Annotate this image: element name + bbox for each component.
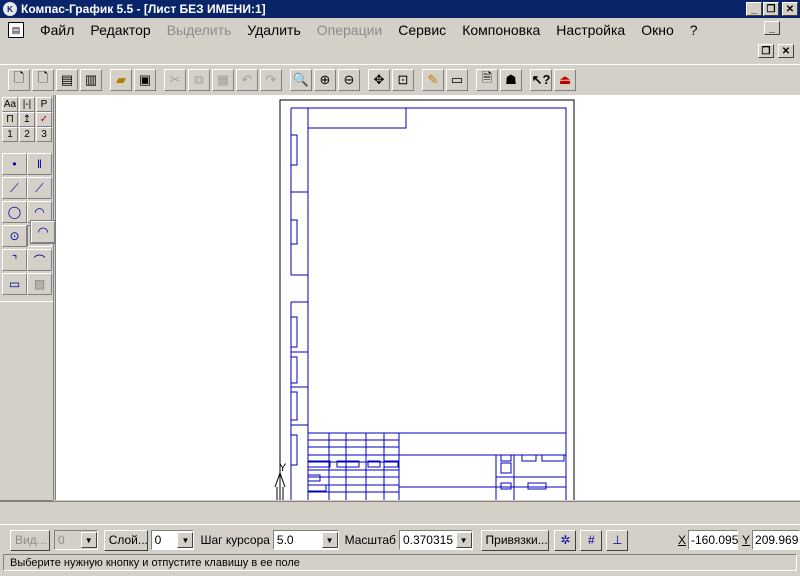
snap-settings-icon[interactable]: ✲	[554, 529, 577, 551]
chevron-down-icon: ▼	[455, 532, 472, 548]
new-fragment-icon[interactable]: 🗋	[32, 68, 54, 91]
aux-lines-tool-icon[interactable]: ‖	[27, 153, 52, 175]
redraw-icon[interactable]: ✎	[422, 68, 444, 91]
chevron-down-icon: ▼	[177, 532, 194, 548]
new-text-doc-icon[interactable]: ▤	[56, 68, 78, 91]
open-icon[interactable]: ▰	[110, 68, 132, 91]
segment-tool-icon[interactable]: ⟋	[2, 177, 27, 199]
tab-text[interactable]: Aa	[2, 97, 18, 112]
print-preview-icon[interactable]: 🗎	[476, 68, 498, 91]
scale-combo[interactable]: 0.370315 ▼	[398, 530, 473, 550]
arc-center-icon[interactable]: ◠	[31, 221, 55, 243]
menu-settings[interactable]: Настройка	[548, 22, 633, 38]
close-button[interactable]: ✕	[782, 2, 798, 16]
restore-button[interactable]: ❐	[763, 2, 779, 16]
current-state-bar: Вид... 0 ▼ Слой... 0 ▼ Шаг курсора 5.0 ▼…	[0, 528, 800, 552]
grid-icon[interactable]: #	[580, 529, 603, 551]
menu-operations[interactable]: Операции	[309, 22, 391, 38]
tool-panel-empty	[0, 301, 53, 501]
context-help-icon[interactable]: ↖?	[530, 68, 552, 91]
redo-icon[interactable]: ↷	[260, 68, 282, 91]
minimize-button[interactable]: _	[746, 2, 762, 16]
x-coord-label: X	[678, 533, 687, 547]
tab-measure[interactable]: ↥	[19, 112, 35, 127]
circle-tool-icon[interactable]: ◯	[2, 201, 27, 223]
menu-window[interactable]: Окно	[633, 22, 682, 38]
undo-icon[interactable]: ↶	[236, 68, 258, 91]
mdi-minimize-button[interactable]: _	[764, 21, 780, 35]
tab-3[interactable]: 3	[36, 127, 52, 142]
mdi-restore-button[interactable]: ❐	[758, 44, 774, 58]
cursor-step-label: Шаг курсора	[200, 533, 270, 547]
menu-bar: ▤ Файл Редактор Выделить Удалить Операци…	[0, 19, 800, 41]
main-toolbar: 🗋 🗋 ▤ ▥ ▰ ▣ ✂ ⧉ ▦ ↶ ↷ 🔍 ⊕ ⊖ ✥ ⊡ ✎ ▭ 🗎 ☗ …	[0, 64, 800, 94]
drawing-canvas[interactable]: Y	[55, 95, 800, 500]
exit-icon[interactable]: ⏏	[554, 68, 576, 91]
menu-select[interactable]: Выделить	[159, 22, 240, 38]
zoom-in-icon[interactable]: ⊕	[314, 68, 336, 91]
properties-icon[interactable]: ▭	[446, 68, 468, 91]
tab-check[interactable]: ✓	[36, 112, 52, 127]
fillet-tool-icon[interactable]: ⌒	[27, 249, 52, 271]
tab-p[interactable]: P	[36, 97, 52, 112]
menu-layout[interactable]: Компоновка	[454, 22, 548, 38]
copy-icon[interactable]: ⧉	[188, 68, 210, 91]
properties-strip	[0, 501, 800, 525]
layer-value: 0	[154, 533, 162, 547]
chamfer-tool-icon[interactable]: ⌝	[2, 249, 27, 271]
y-coord-field[interactable]: 209.969	[752, 530, 800, 550]
tab-pi[interactable]: П	[2, 112, 18, 127]
save-icon[interactable]: ▣	[134, 68, 156, 91]
pan-icon[interactable]: ✥	[368, 68, 390, 91]
tab-2[interactable]: 2	[19, 127, 35, 142]
view-value: 0	[57, 533, 65, 547]
scale-value: 0.370315	[402, 533, 453, 547]
menu-editor[interactable]: Редактор	[82, 22, 158, 38]
paste-icon[interactable]: ▦	[212, 68, 234, 91]
zoom-window-icon[interactable]: 🔍	[290, 68, 312, 91]
menu-help[interactable]: ?	[682, 22, 706, 38]
y-coord-label: Y	[742, 533, 751, 547]
view-combo[interactable]: 0 ▼	[53, 530, 98, 550]
ellipse-tool-icon[interactable]: ⊙	[2, 225, 27, 247]
x-coord-field[interactable]: -160.095	[688, 530, 738, 550]
scale-label: Масштаб	[344, 533, 396, 547]
menu-file[interactable]: Файл	[32, 22, 82, 38]
tab-dimensions[interactable]: |-|	[19, 97, 35, 112]
chevron-down-icon: ▼	[321, 532, 338, 548]
window-title: Компас-График 5.5 - [Лист БЕЗ ИМЕНИ:1]	[21, 2, 266, 16]
layer-combo[interactable]: 0 ▼	[150, 530, 195, 550]
view-button[interactable]: Вид...	[9, 529, 50, 551]
zoom-fit-icon[interactable]: ⊡	[392, 68, 414, 91]
snaps-button[interactable]: Привязки...	[480, 529, 549, 551]
cursor-step-combo[interactable]: 5.0 ▼	[272, 530, 339, 550]
document-icon[interactable]: ▤	[8, 22, 24, 38]
tool-panel: Aa |-| P П ↥ ✓ 1 2 3 • ‖ ⟋ ⟋ ◯ ◠ ⊙ ◠ ⌝ ⌒…	[0, 95, 54, 501]
cursor-step-value: 5.0	[276, 533, 294, 547]
zoom-out-icon[interactable]: ⊖	[338, 68, 360, 91]
local-cs-icon[interactable]: ⊥	[606, 529, 629, 551]
hatch-tool-icon[interactable]: ▨	[27, 273, 52, 295]
status-bar: Выберите нужную кнопку и отпустите клави…	[3, 554, 797, 571]
rectangle-tool-icon[interactable]: ▭	[2, 273, 27, 295]
polyline-tool-icon[interactable]: ⟋	[27, 177, 52, 199]
chevron-down-icon: ▼	[80, 532, 97, 548]
layer-button[interactable]: Слой...	[103, 529, 148, 551]
new-sheet-icon[interactable]: 🗋	[8, 68, 30, 91]
menu-delete[interactable]: Удалить	[239, 22, 308, 38]
tab-1[interactable]: 1	[2, 127, 18, 142]
new-spec-icon[interactable]: ▥	[80, 68, 102, 91]
library-icon[interactable]: ☗	[500, 68, 522, 91]
title-bar: K Компас-График 5.5 - [Лист БЕЗ ИМЕНИ:1]…	[0, 0, 800, 18]
cut-icon[interactable]: ✂	[164, 68, 186, 91]
drawing-sheet: Y	[274, 99, 575, 500]
bottom-panel: Вид... 0 ▼ Слой... 0 ▼ Шаг курсора 5.0 ▼…	[0, 501, 800, 576]
point-tool-icon[interactable]: •	[2, 153, 27, 175]
menu-service[interactable]: Сервис	[390, 22, 454, 38]
mdi-close-button[interactable]: ✕	[778, 44, 794, 58]
app-logo-icon: K	[3, 2, 17, 16]
